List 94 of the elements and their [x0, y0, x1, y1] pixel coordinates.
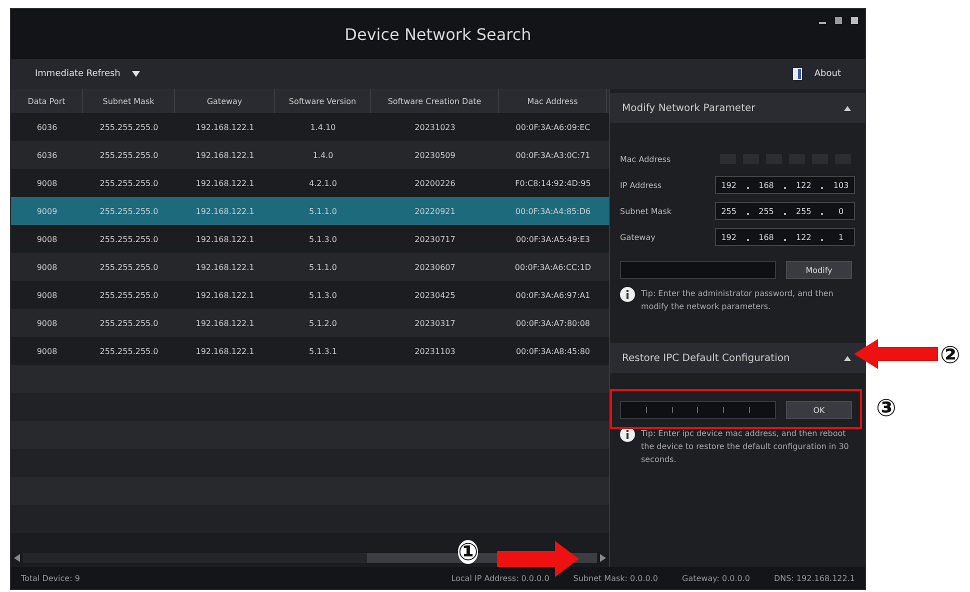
table-cell-text: 20200226	[414, 178, 456, 190]
table-cell-text: 20230509	[414, 150, 456, 162]
table-cell-text: 20230607	[414, 262, 456, 274]
table-cell-text: 00:0F:3A:A3:0C:71	[514, 150, 592, 162]
table-cell-text: 9008	[36, 290, 58, 302]
table-cell-text: 255.255.255.0	[98, 290, 160, 302]
table-cell-text: 4.2.1.0	[308, 178, 338, 190]
window-title: Device Network Search	[344, 24, 532, 44]
table-row[interactable]: 6036 255.255.255.0 192.168.122.1 1.4.0 20230509 00:0F:3A:A3:0C:71	[11, 141, 609, 169]
arrow-icon	[854, 339, 938, 369]
table-cell-text: 192.168.122.1	[194, 178, 256, 190]
password-field[interactable]	[620, 261, 776, 279]
table-cell-text: 00:0F:3A:A4:85:D6	[514, 206, 592, 218]
table-cell-text: 9008	[36, 262, 58, 274]
address-field[interactable]: 192 168 122 1	[715, 228, 855, 246]
collapse-icon[interactable]	[844, 356, 851, 360]
table-cell-text: 9008	[36, 346, 58, 358]
table-cell-text: 255.255.255.0	[98, 262, 160, 274]
table-cell-text: 20230317	[414, 318, 456, 330]
close-icon[interactable]	[849, 15, 859, 25]
table-cell-text: 192.168.122.1	[194, 234, 256, 246]
table-cell-text: 20230425	[414, 290, 456, 302]
table-cell-text: 20231023	[414, 122, 456, 134]
table-cell-text: 5.1.3.0	[308, 234, 338, 246]
panel-header[interactable]: Modify Network Parameter	[610, 93, 865, 123]
field-label: Mac Address	[620, 154, 671, 164]
table-cell-text: F0:C8:14:92:4D:95	[514, 178, 592, 190]
field-label: Subnet Mask	[620, 206, 672, 216]
status-text: Gateway: 0.0.0.0	[682, 574, 750, 582]
table-cell-text: 9008	[36, 234, 58, 246]
modify-button[interactable]: Modify	[786, 261, 852, 279]
table-cell-text: 9008	[36, 178, 58, 190]
collapse-icon[interactable]	[844, 106, 851, 110]
table-cell-text: 255.255.255.0	[98, 206, 160, 218]
table-cell-text: 9008	[36, 318, 58, 330]
table-row[interactable]: 9009 255.255.255.0 192.168.122.1 5.1.1.0 20220921 00:0F:3A:A4:85:D6	[11, 197, 609, 225]
table-cell-text: 20220921	[414, 206, 456, 218]
table-cell-text: 9009	[36, 206, 58, 218]
table-cell-text: 255.255.255.0	[98, 122, 160, 134]
table-cell-text: 192.168.122.1	[194, 346, 256, 358]
table-cell-text: 255.255.255.0	[98, 318, 160, 330]
table-cell-text: 00:0F:3A:A8:45:80	[514, 346, 592, 358]
table-row[interactable]: 9008 255.255.255.0 192.168.122.1 5.1.1.0 20230607 00:0F:3A:A6:CC:1D	[11, 253, 609, 281]
table-cell-text: 192.168.122.1	[194, 290, 256, 302]
table-cell-text: 5.1.3.1	[308, 346, 338, 358]
panel-title: Modify Network Parameter	[622, 102, 756, 114]
table-row[interactable]: 9008 255.255.255.0 192.168.122.1 5.1.2.0 20230317 00:0F:3A:A7:80:08	[11, 309, 609, 337]
mac-address-field[interactable]	[620, 401, 776, 419]
tip-text: Tip: Enter the administrator password, and then modify the network parameters.	[641, 288, 834, 313]
table-cell-text: 192.168.122.1	[194, 122, 256, 134]
about-button[interactable]: About	[810, 67, 845, 81]
scroll-right-icon[interactable]	[600, 554, 606, 562]
table-cell-text: 255.255.255.0	[98, 346, 160, 358]
table-cell-text: 5.1.1.0	[308, 262, 338, 274]
table-cell-text: 192.168.122.1	[194, 206, 256, 218]
status-text: Local IP Address: 0.0.0.0	[451, 574, 550, 582]
table-cell-text: 1.4.0	[312, 150, 334, 162]
table-cell-text: 20231103	[414, 346, 456, 358]
table-cell-text: 1.4.10	[309, 122, 337, 134]
table-cell-text: 00:0F:3A:A6:09:EC	[514, 122, 592, 134]
table-cell-text: 5.1.1.0	[308, 206, 338, 218]
tip-text: Tip: Enter ipc device mac address, and then reboot the device to restore the default configuration in 30 seconds.	[641, 428, 850, 466]
table-cell-text: 192.168.122.1	[194, 262, 256, 274]
table-cell-text: 192.168.122.1	[194, 318, 256, 330]
field-label: Gateway	[620, 232, 656, 242]
panel-title: Restore IPC Default Configuration	[622, 352, 790, 364]
table-cell-text: 00:0F:3A:A7:80:08	[514, 318, 592, 330]
table-cell-text: 00:0F:3A:A5:49:E3	[514, 234, 592, 246]
field-label: IP Address	[620, 180, 662, 190]
caret-icon[interactable]	[132, 71, 140, 77]
info-icon	[620, 287, 635, 302]
scroll-left-icon[interactable]	[14, 554, 20, 562]
table-cell-text: 6036	[36, 122, 58, 134]
table-cell-text: 20230717	[414, 234, 456, 246]
table-cell-text: 00:0F:3A:A6:CC:1D	[514, 262, 592, 274]
info-icon	[620, 427, 635, 442]
ok-button[interactable]: OK	[786, 401, 852, 419]
maximize-icon[interactable]	[833, 15, 843, 25]
table-cell-text: 192.168.122.1	[194, 150, 256, 162]
table-cell-text: 255.255.255.0	[98, 150, 160, 162]
address-field[interactable]: 192 168 122 103	[715, 176, 855, 194]
status-text: Subnet Mask: 0.0.0.0	[573, 574, 658, 582]
table-cell-text: 00:0F:3A:A6:97:A1	[514, 290, 592, 302]
table-cell-text: 6036	[36, 150, 58, 162]
table-cell-text: 255.255.255.0	[98, 234, 160, 246]
status-text: Total Device: 9	[21, 574, 81, 582]
panel-header[interactable]: Restore IPC Default Configuration	[610, 343, 865, 373]
address-field[interactable]: 255 255 255 0	[715, 202, 855, 220]
table-cell-text: 5.1.2.0	[308, 318, 338, 330]
table-cell-text: 255.255.255.0	[98, 178, 160, 190]
refresh-button[interactable]: Immediate Refresh	[31, 67, 124, 81]
status-text: DNS: 192.168.122.1	[774, 574, 855, 582]
document-icon	[793, 68, 802, 80]
table-cell-text: 5.1.3.0	[308, 290, 338, 302]
